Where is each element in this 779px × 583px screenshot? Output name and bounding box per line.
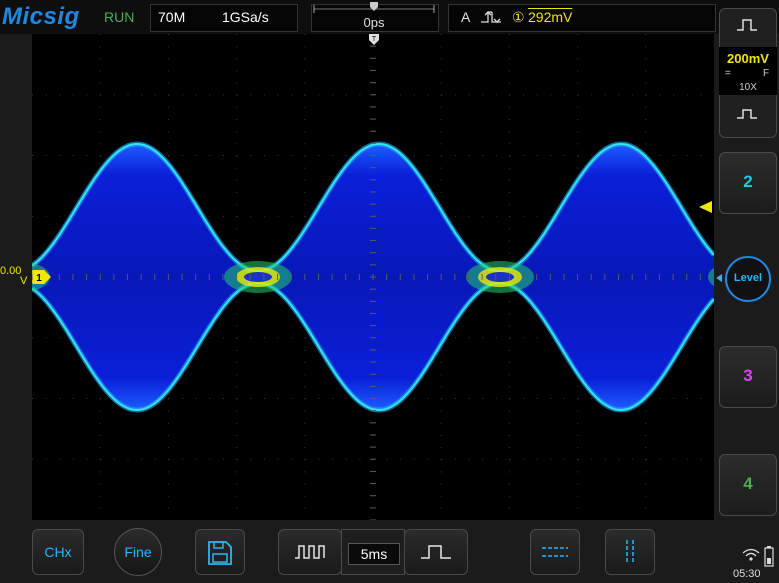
ch2-label: 2 <box>743 172 753 191</box>
ch1-marker-label: 1 <box>36 273 42 284</box>
chx-label: CHx <box>44 544 72 560</box>
svg-text:T: T <box>372 36 377 43</box>
trigger-level-marker[interactable] <box>697 199 713 215</box>
wifi-icon <box>742 548 760 561</box>
run-stop-status[interactable]: RUN <box>104 9 134 25</box>
ch4-label: 4 <box>743 474 753 493</box>
timebase-slow-icon <box>421 545 451 559</box>
clock: 05:30 <box>733 568 761 580</box>
trigger-position-marker[interactable]: T <box>366 34 382 46</box>
timebase-fast-icon <box>295 545 325 559</box>
vertical-cursor-icon <box>626 540 634 564</box>
ch1-ground-marker[interactable]: 1 <box>32 269 52 285</box>
memory-position-indicator <box>313 2 435 13</box>
brand-logo: Micsig <box>2 3 80 30</box>
time-offset-value: 0ps <box>363 15 385 30</box>
ch3-label: 3 <box>743 366 753 385</box>
ch1-probe-ratio: 10X <box>739 82 757 93</box>
save-icon <box>208 541 232 565</box>
ch1-bandwidth-limit: F <box>763 68 770 79</box>
ch1-offset-readout: 0.00 V <box>0 266 28 287</box>
fine-label: Fine <box>124 544 152 560</box>
ch1-offset-unit: V <box>20 275 28 287</box>
level-label: Level <box>733 272 763 284</box>
bandwidth-label: 70M <box>158 9 186 25</box>
trigger-edge-icon <box>481 11 501 23</box>
ch1-coupling: = <box>725 68 731 79</box>
waveform-canvas <box>0 33 776 521</box>
battery-icon <box>764 546 774 567</box>
ch1-scale-down-icon[interactable] <box>735 104 759 122</box>
ch1-vertical-scale: 200mV <box>727 51 769 66</box>
waveform-display[interactable] <box>0 33 776 521</box>
sample-rate-label: 1GSa/s <box>222 9 269 25</box>
trigger-mode: A <box>461 9 471 25</box>
level-arrow-icon <box>716 274 722 282</box>
trigger-source: ① <box>512 9 525 25</box>
timebase-value: 5ms <box>348 543 400 565</box>
trigger-level: 292mV <box>528 9 573 25</box>
ch1-scale-up-icon[interactable] <box>735 16 759 34</box>
waveform-node-core <box>244 272 272 282</box>
horizontal-cursor-icon <box>542 547 568 557</box>
